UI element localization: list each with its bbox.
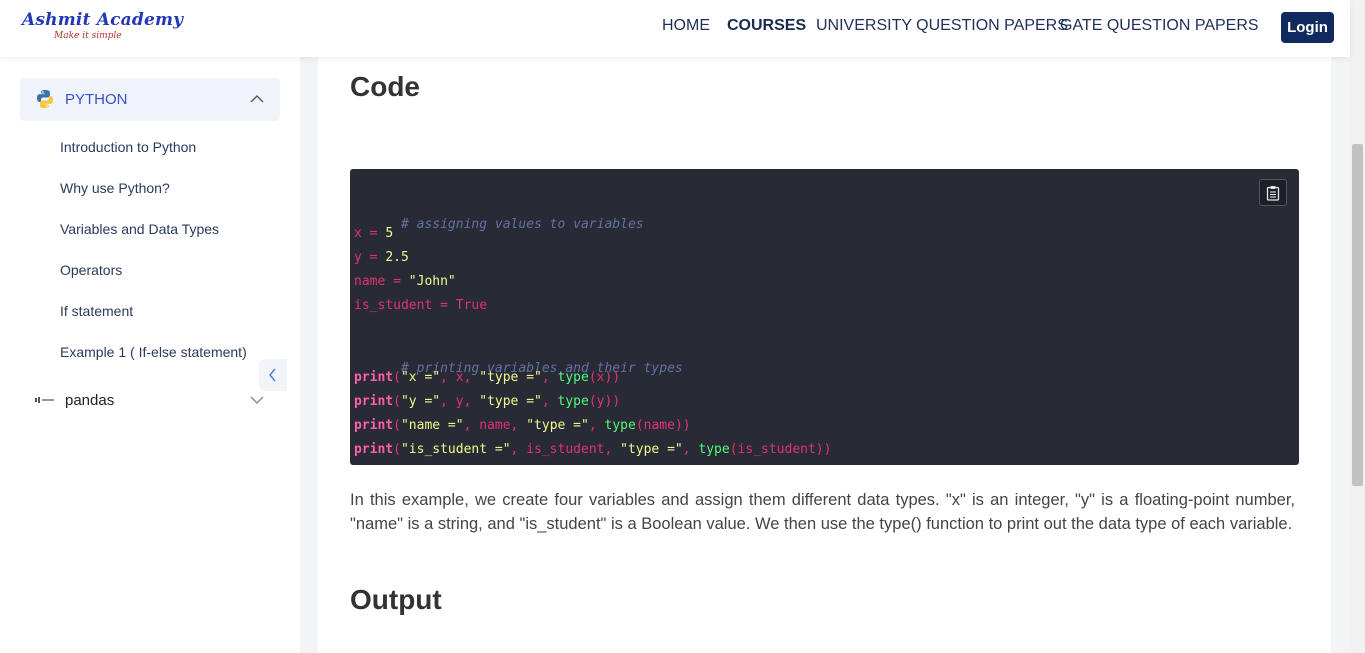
top-header: Ashmit Academy Make it simple HOME COURS… — [0, 0, 1350, 57]
code-args: (y)) — [588, 394, 621, 409]
sidebar-section-python[interactable]: PYTHON — [20, 78, 280, 121]
code-keyword: print — [354, 442, 394, 457]
code-var: name — [354, 274, 386, 289]
sidebar-section-label: pandas — [65, 392, 115, 409]
nav-gate-question-papers[interactable]: GATE QUESTION PAPERS — [1060, 17, 1259, 35]
nav-courses[interactable]: COURSES — [727, 17, 806, 35]
code-var: y — [354, 250, 362, 265]
explanation-paragraph: In this example, we create four variable… — [350, 491, 1295, 533]
pandas-logo-icon — [35, 397, 54, 403]
site-logo[interactable]: Ashmit Academy Make it simple — [22, 10, 183, 41]
code-paren: ( — [393, 442, 401, 457]
code-line: print("x =", x, "type =", type(x)) — [354, 370, 620, 385]
main-content: Code # assigning values to variables x =… — [318, 57, 1331, 653]
login-button[interactable]: Login — [1281, 12, 1334, 43]
code-args: , name, — [463, 418, 527, 433]
code-number: 2.5 — [385, 250, 409, 265]
code-line: x = 5 — [354, 226, 393, 241]
code-args: , y, — [440, 394, 480, 409]
page-scrollbar-thumb[interactable] — [1352, 144, 1363, 486]
nav-university-question-papers[interactable]: UNIVERSITY QUESTION PAPERS — [816, 17, 1068, 35]
code-args: , x, — [440, 370, 480, 385]
sidebar-item-why-python[interactable]: Why use Python? — [60, 180, 170, 196]
sidebar-section-pandas[interactable]: pandas — [20, 380, 280, 420]
code-args: , — [588, 418, 605, 433]
code-line: name = "John" — [354, 274, 456, 289]
chevron-down-icon[interactable] — [250, 393, 264, 407]
sidebar-item-if-statement[interactable]: If statement — [60, 303, 133, 319]
course-sidebar: PYTHON Introduction to Python Why use Py… — [0, 57, 300, 653]
code-string: "is_student =" — [400, 442, 511, 457]
sidebar-item-operators[interactable]: Operators — [60, 262, 122, 278]
logo-title: Ashmit Academy — [22, 10, 184, 30]
code-paren: ( — [393, 370, 401, 385]
code-string: "name =" — [400, 418, 464, 433]
code-args: , — [682, 442, 699, 457]
code-line: y = 2.5 — [354, 250, 409, 265]
code-line: # assigning values to variables — [354, 202, 644, 247]
code-string: "y =" — [400, 394, 441, 409]
code-op: = — [361, 226, 386, 241]
code-function: type — [557, 370, 589, 385]
code-op: = — [361, 250, 386, 265]
python-logo-icon — [37, 90, 53, 108]
code-comment: # assigning values to variables — [400, 217, 644, 232]
code-function: type — [557, 394, 589, 409]
code-number: 5 — [385, 226, 394, 241]
code-keyword: print — [354, 418, 394, 433]
copy-code-button[interactable] — [1259, 179, 1287, 206]
logo-tagline: Make it simple — [54, 31, 122, 41]
nav-home[interactable]: HOME — [662, 17, 710, 35]
code-function: type — [604, 418, 636, 433]
code-op: = — [432, 298, 456, 313]
code-args: (x)) — [588, 370, 621, 385]
code-string: "type =" — [479, 394, 542, 409]
code-block[interactable]: # assigning values to variables x = 5 y … — [350, 169, 1299, 465]
code-line: print("is_student =", is_student, "type … — [354, 442, 831, 457]
sidebar-item-variables[interactable]: Variables and Data Types — [60, 221, 219, 237]
clipboard-icon — [1266, 186, 1280, 201]
code-args: , is_student, — [510, 442, 621, 457]
sidebar-item-introduction[interactable]: Introduction to Python — [60, 139, 196, 155]
code-string: "x =" — [400, 370, 441, 385]
code-heading: Code — [350, 71, 420, 102]
code-paren: ( — [393, 418, 401, 433]
sidebar-item-example-1[interactable]: Example 1 ( If-else statement) — [60, 344, 247, 360]
code-string: "John" — [408, 274, 456, 289]
code-var: is_student — [354, 298, 433, 313]
chevron-up-icon[interactable] — [250, 92, 264, 106]
code-keyword: print — [354, 394, 394, 409]
code-line: print("name =", name, "type =", type(nam… — [354, 418, 691, 433]
sidebar-section-label: PYTHON — [65, 91, 128, 108]
code-op: = — [385, 274, 409, 289]
code-string: "type =" — [526, 418, 589, 433]
code-line: is_student = True — [354, 298, 487, 313]
code-args: (is_student)) — [729, 442, 832, 457]
code-string: "type =" — [479, 370, 542, 385]
code-keyword: print — [354, 370, 394, 385]
code-args: , — [541, 394, 558, 409]
code-paren: ( — [393, 394, 401, 409]
code-function: type — [698, 442, 730, 457]
code-args: , — [541, 370, 558, 385]
code-bool: True — [455, 298, 488, 313]
code-string: "type =" — [620, 442, 683, 457]
code-args: (name)) — [635, 418, 691, 433]
code-line: print("y =", y, "type =", type(y)) — [354, 394, 620, 409]
code-var: x — [354, 226, 362, 241]
output-heading: Output — [350, 584, 442, 615]
